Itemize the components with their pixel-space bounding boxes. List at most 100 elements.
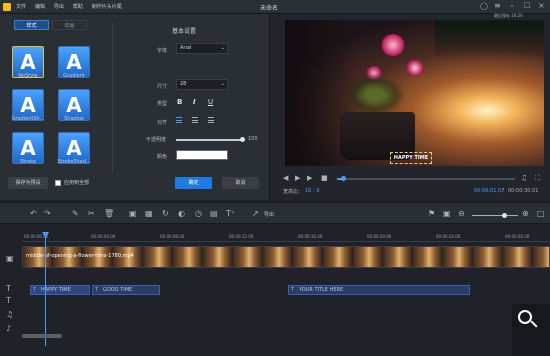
align-label: 对齐 [157, 120, 168, 126]
video-track-icon: ▣ [6, 254, 14, 263]
progress-track[interactable] [337, 176, 515, 181]
style-label: GradientSh... [11, 116, 45, 122]
underline-button[interactable]: U [208, 98, 213, 106]
font-select[interactable]: Arial ⌄ [176, 43, 228, 54]
letter-a-icon: A [20, 93, 36, 117]
progress-handle[interactable] [341, 176, 347, 181]
cancel-button[interactable]: 取消 [222, 177, 259, 189]
zoom-slider-handle[interactable] [502, 213, 507, 218]
save-preset-button[interactable]: 保存为预设 [8, 177, 48, 189]
previous-frame-icon[interactable]: ◀ [283, 173, 288, 183]
text-tool-icon[interactable]: T⁺ [226, 209, 235, 219]
redo-icon[interactable]: ↷ [44, 209, 51, 219]
timeline-scrollbar[interactable] [22, 334, 62, 338]
scissors-icon[interactable]: ✂ [88, 209, 95, 219]
menu-export[interactable]: 导出 [54, 3, 64, 10]
opacity-label: 不透明度 [146, 137, 167, 143]
ruler-tick: 00:00:24.00 [436, 234, 461, 239]
letter-a-icon: A [66, 136, 82, 160]
align-left-icon[interactable] [176, 117, 182, 123]
maximize-icon[interactable]: □ [524, 1, 531, 9]
opacity-slider[interactable] [176, 137, 245, 142]
tab-animation[interactable]: 动画 [52, 20, 87, 30]
menu-intro-outro[interactable]: 制作片头片尾 [92, 3, 122, 10]
background-fence [435, 20, 544, 60]
play-icon[interactable]: ▶ [295, 173, 300, 183]
panel-divider [112, 22, 113, 172]
stop-icon[interactable]: ■ [321, 173, 328, 183]
voice-track-icon: ♪ [6, 324, 12, 333]
menu-file[interactable]: 文件 [16, 3, 26, 10]
italic-button[interactable]: I [193, 98, 196, 106]
style-label: NoStyle [18, 73, 38, 79]
edit-toolbar: ↶ ↷ ✎ ✂ 🗑 ▣ ▦ ↻ ◐ ◷ ▤ T⁺ ↗ 导出 ⚑ ▣ ⊖ ⊕ □ [0, 202, 550, 224]
time-separator: / [502, 188, 504, 194]
app-logo [3, 3, 11, 11]
size-label: 尺寸 [157, 84, 168, 90]
fullscreen-icon[interactable]: ⛶ [535, 173, 540, 183]
rotate-icon[interactable]: ↻ [162, 209, 169, 219]
ruler-tick: 00:00:12.00 [229, 234, 254, 239]
text-clip-icon: T [291, 287, 295, 293]
size-select[interactable]: 28 ⌄ [176, 79, 228, 90]
volume-icon[interactable]: ♫ [521, 173, 527, 183]
delete-icon[interactable]: 🗑 [104, 209, 114, 219]
fit-icon[interactable]: □ [537, 209, 545, 219]
export-icon[interactable]: ↗ [252, 209, 259, 219]
freeze-icon[interactable]: ▤ [210, 209, 218, 219]
next-frame-icon[interactable]: ▶ [307, 173, 312, 183]
text-overlay-box[interactable]: HAPPY TIME [390, 152, 432, 164]
align-right-icon[interactable] [208, 117, 214, 123]
aspect-ratio-label: 宽高比: [283, 189, 300, 195]
opacity-slider-handle[interactable] [240, 137, 245, 142]
close-icon[interactable]: × [538, 1, 545, 10]
mosaic-icon[interactable]: ▦ [145, 209, 153, 219]
letter-a-icon: A [20, 136, 36, 160]
video-preview[interactable]: HAPPY TIME [285, 20, 544, 166]
current-time: 00:00:01.07 [474, 188, 505, 194]
video-clip[interactable]: middle-of-opening-a-flower-time-1780.mp4 [22, 246, 550, 268]
zoom-in-icon[interactable]: ⊕ [522, 209, 529, 219]
chevron-down-icon: ⌄ [220, 81, 225, 87]
marker-icon[interactable]: ⚑ [428, 209, 435, 219]
zoom-out-icon[interactable]: ⊖ [458, 209, 465, 219]
text-track-icon: T [6, 284, 11, 293]
export-label[interactable]: 导出 [264, 211, 274, 218]
aspect-ratio-value[interactable]: 16 : 9 [305, 188, 319, 194]
tab-style[interactable]: 样式 [14, 20, 49, 30]
text-clip[interactable]: T YOUR TITLE HERE [288, 285, 470, 295]
music-track-icon: ♫ [6, 310, 14, 319]
font-label: 字体 [157, 48, 168, 54]
text-clip[interactable]: T HAPPY TIME [30, 285, 90, 295]
playback-bar: ◀ ▶ ▶ ■ ♫ ⛶ 宽高比: 16 : 9 00:00:01.07 / 00… [271, 170, 550, 200]
playhead[interactable] [45, 232, 46, 346]
ok-button[interactable]: 确定 [175, 177, 212, 189]
menu-help[interactable]: 帮助 [73, 3, 83, 10]
menu-edit[interactable]: 编辑 [35, 3, 45, 10]
last-saved-status: 最后保存 16:26 [494, 13, 523, 18]
chevron-down-icon: ⌄ [220, 45, 225, 51]
zoom-slider[interactable] [472, 213, 518, 218]
letter-a-icon: A [66, 50, 82, 74]
crop-icon[interactable]: ▣ [129, 209, 137, 219]
pen-icon[interactable]: ✎ [72, 209, 79, 219]
style-label: StrokeShad... [57, 159, 91, 165]
opacity-slider-fill [176, 139, 242, 141]
snapshot-icon[interactable]: ▣ [443, 209, 451, 219]
user-icon[interactable]: ◯ [480, 2, 488, 10]
color-swatch[interactable] [176, 150, 228, 160]
minimize-icon[interactable]: – [510, 1, 514, 10]
apply-all-checkbox[interactable] [55, 180, 61, 186]
size-value: 28 [180, 81, 187, 87]
undo-icon[interactable]: ↶ [30, 209, 37, 219]
bold-button[interactable]: B [177, 98, 182, 106]
letter-a-icon: A [20, 50, 36, 74]
speed-icon[interactable]: ◐ [178, 209, 185, 219]
clock-icon[interactable]: ◷ [195, 209, 202, 219]
search-button[interactable] [512, 304, 550, 356]
align-center-icon[interactable] [192, 117, 198, 123]
text-clip-icon: T [33, 287, 37, 293]
menu-icon[interactable]: ≡ [494, 1, 501, 10]
letter-a-icon: A [66, 93, 82, 117]
text-clip[interactable]: T GOOD TIME [92, 285, 160, 295]
